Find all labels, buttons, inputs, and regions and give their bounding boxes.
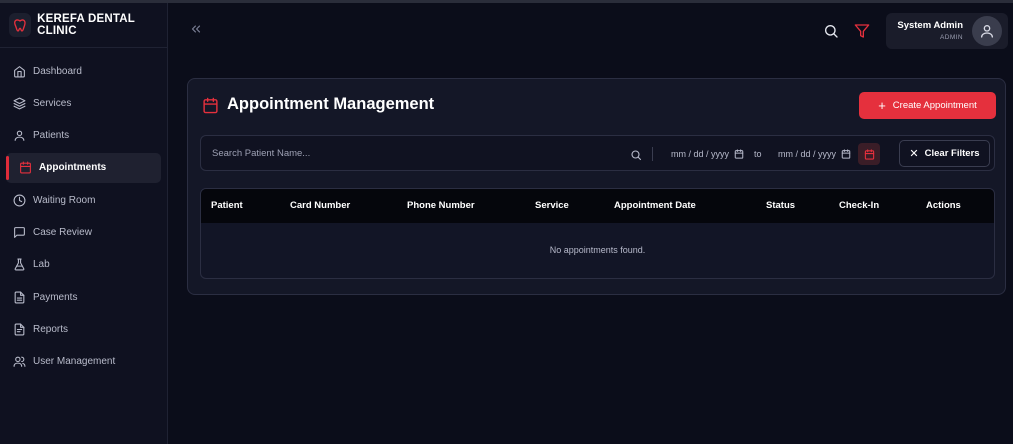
sidebar-item-appointments[interactable]: Appointments: [6, 152, 161, 183]
sidebar-item-label: Lab: [33, 259, 50, 271]
top-header: System Admin ADMIN: [168, 3, 1013, 59]
user-role: ADMIN: [940, 34, 963, 41]
column-header-card-number[interactable]: Card Number: [290, 200, 350, 211]
sidebar-item-reports[interactable]: Reports: [6, 314, 161, 344]
column-header-check-in[interactable]: Check-In: [839, 200, 879, 211]
search-icon[interactable]: [630, 148, 642, 161]
filter-icon[interactable]: [854, 23, 870, 39]
users-icon: [12, 355, 26, 369]
sidebar-item-dashboard[interactable]: Dashboard: [6, 56, 161, 86]
user-icon: [12, 129, 26, 143]
column-header-status[interactable]: Status: [766, 200, 795, 211]
sidebar-item-lab[interactable]: Lab: [6, 250, 161, 280]
sidebar-item-waiting-room[interactable]: Waiting Room: [6, 185, 161, 215]
user-name: System Admin: [897, 20, 963, 31]
user-menu[interactable]: System Admin ADMIN: [886, 13, 1008, 49]
calendar-icon[interactable]: [841, 149, 851, 159]
sidebar-item-label: Patients: [33, 130, 70, 142]
sidebar-nav: Dashboard Services Patients Appointments…: [0, 48, 167, 377]
column-header-actions[interactable]: Actions: [926, 200, 961, 211]
clear-filters-label: Clear Filters: [924, 148, 980, 159]
appointments-table: Patient Card Number Phone Number Service…: [200, 188, 995, 279]
home-icon: [12, 64, 26, 78]
sidebar-item-patients[interactable]: Patients: [6, 121, 161, 151]
divider: [652, 147, 653, 161]
sidebar-item-label: Appointments: [39, 162, 107, 174]
sidebar-item-label: Reports: [33, 323, 69, 335]
filter-bar: mm / dd / yyyy to mm / dd / yyyy ✕ Clear…: [200, 135, 995, 171]
to-label: to: [754, 149, 762, 159]
date-from-field[interactable]: mm / dd / yyyy: [671, 145, 744, 163]
clock-icon: [12, 193, 26, 207]
column-header-service[interactable]: Service: [535, 200, 569, 211]
collapse-sidebar-icon[interactable]: [189, 22, 203, 36]
clear-filters-button[interactable]: ✕ Clear Filters: [899, 140, 990, 167]
create-appointment-label: Create Appointment: [892, 100, 977, 111]
search-input[interactable]: [202, 137, 632, 169]
tooth-logo-icon: [9, 13, 32, 37]
sidebar-item-user-management[interactable]: User Management: [6, 347, 161, 377]
table-header: Patient Card Number Phone Number Service…: [201, 189, 994, 223]
date-to-field[interactable]: mm / dd / yyyy: [778, 145, 851, 163]
column-header-appointment-date[interactable]: Appointment Date: [614, 200, 696, 211]
column-header-phone-number[interactable]: Phone Number: [407, 200, 475, 211]
sidebar-item-label: Payments: [33, 291, 78, 303]
sidebar-item-label: Services: [33, 97, 72, 109]
report-icon: [12, 322, 26, 336]
date-from-placeholder: mm / dd / yyyy: [671, 149, 730, 159]
calendar-icon: [18, 161, 32, 175]
appointment-card: Appointment Management + Create Appointm…: [187, 78, 1006, 295]
sidebar-item-label: Dashboard: [33, 65, 82, 77]
sidebar: KEREFA DENTAL CLINIC Dashboard Services …: [0, 3, 168, 444]
calendar-icon[interactable]: [734, 149, 744, 159]
date-filter-button[interactable]: [858, 143, 880, 165]
column-header-patient[interactable]: Patient: [211, 200, 243, 211]
sidebar-item-label: Waiting Room: [33, 194, 96, 206]
date-to-placeholder: mm / dd / yyyy: [778, 149, 837, 159]
brand[interactable]: KEREFA DENTAL CLINIC: [0, 3, 167, 48]
avatar-icon: [972, 16, 1002, 46]
sidebar-item-label: Case Review: [33, 226, 92, 238]
document-icon: [12, 290, 26, 304]
sidebar-item-label: User Management: [33, 356, 116, 368]
sidebar-item-services[interactable]: Services: [6, 88, 161, 118]
empty-state-message: No appointments found.: [549, 245, 646, 255]
sidebar-item-case-review[interactable]: Case Review: [6, 217, 161, 247]
create-appointment-button[interactable]: + Create Appointment: [859, 92, 996, 119]
close-icon: ✕: [909, 148, 919, 160]
layers-icon: [12, 96, 26, 110]
plus-icon: +: [878, 98, 886, 113]
brand-name: KEREFA DENTAL CLINIC: [37, 13, 135, 37]
calendar-icon: [202, 97, 219, 114]
message-icon: [12, 225, 26, 239]
search-icon[interactable]: [823, 23, 839, 39]
flask-icon: [12, 258, 26, 272]
calendar-icon: [864, 148, 874, 160]
page-title: Appointment Management: [227, 95, 435, 113]
sidebar-item-payments[interactable]: Payments: [6, 282, 161, 312]
